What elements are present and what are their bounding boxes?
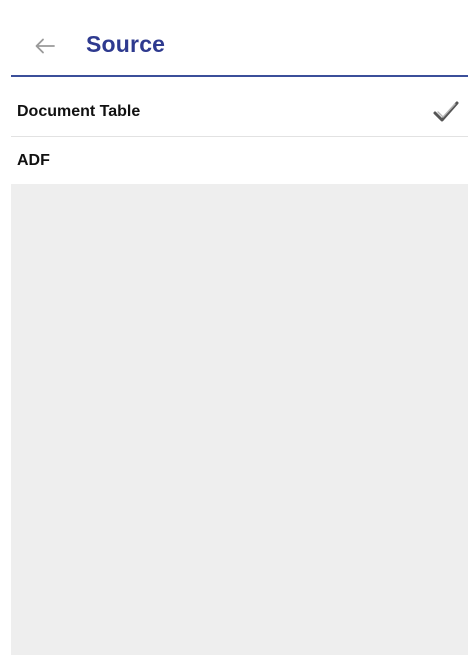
arrow-left-icon: [35, 38, 55, 54]
checkmark-icon: [433, 101, 459, 122]
page-title: Source: [86, 31, 166, 57]
app-bar: Source: [11, 0, 468, 77]
source-settings-screen: Source Document Table ADF: [0, 0, 468, 655]
left-margin: [0, 77, 11, 655]
source-options-list: Document Table ADF: [11, 88, 468, 655]
option-label: Document Table: [17, 103, 141, 120]
back-button[interactable]: [29, 30, 61, 62]
option-label: ADF: [17, 151, 50, 169]
option-document-table[interactable]: Document Table: [11, 88, 468, 136]
option-adf[interactable]: ADF: [11, 136, 468, 184]
